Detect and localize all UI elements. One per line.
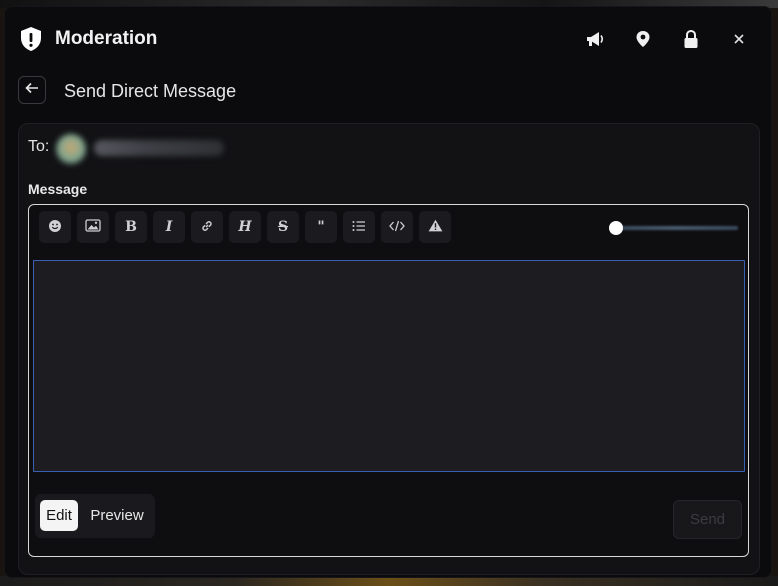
- image-button[interactable]: [77, 211, 109, 243]
- megaphone-icon: [585, 30, 605, 48]
- message-label: Message: [28, 181, 88, 197]
- image-icon: [85, 219, 101, 235]
- close-icon: [733, 33, 745, 45]
- warning-icon: [428, 219, 443, 235]
- edit-preview-toggle: Edit Preview: [35, 494, 155, 538]
- page-title: Send Direct Message: [64, 81, 237, 101]
- location-pin-icon: [635, 30, 651, 48]
- spoiler-warning-button[interactable]: [419, 211, 451, 243]
- bold-button[interactable]: B: [115, 211, 147, 243]
- message-textarea[interactable]: [33, 260, 745, 472]
- editor-size-slider-thumb[interactable]: [609, 221, 623, 235]
- code-icon: [389, 219, 405, 235]
- heading-button[interactable]: H: [229, 211, 261, 243]
- to-label: To:: [28, 138, 50, 155]
- link-button[interactable]: [191, 211, 223, 243]
- emoji-icon: [48, 219, 62, 236]
- close-button[interactable]: [725, 25, 753, 53]
- list-button[interactable]: [343, 211, 375, 243]
- tab-edit[interactable]: Edit: [40, 500, 78, 531]
- back-button[interactable]: [18, 76, 46, 104]
- announce-button[interactable]: [581, 25, 609, 53]
- lock-icon: [683, 29, 699, 49]
- modal-title: Moderation: [55, 28, 158, 49]
- location-button[interactable]: [629, 25, 657, 53]
- lock-button[interactable]: [677, 25, 705, 53]
- recipient-avatar: [56, 134, 86, 164]
- modal-header: Moderation: [5, 7, 771, 69]
- link-icon: [200, 219, 214, 236]
- list-icon: [352, 219, 366, 235]
- message-editor: B I H S " Edit Preview Send: [28, 204, 749, 557]
- shield-alert-icon: [19, 26, 43, 52]
- message-form: To: Message B I H S " Edit Preview Send: [18, 123, 760, 575]
- formatting-toolbar: B I H S ": [39, 211, 451, 243]
- italic-button[interactable]: I: [153, 211, 185, 243]
- strikethrough-button[interactable]: S: [267, 211, 299, 243]
- send-button[interactable]: Send: [673, 500, 742, 539]
- moderation-modal: Moderation Send Direct Message To: Messa…: [4, 6, 772, 578]
- arrow-left-icon: [25, 81, 39, 99]
- emoji-button[interactable]: [39, 211, 71, 243]
- code-button[interactable]: [381, 211, 413, 243]
- quote-button[interactable]: ": [305, 211, 337, 243]
- editor-size-slider-track[interactable]: [614, 226, 738, 230]
- tab-preview[interactable]: Preview: [84, 500, 150, 531]
- recipient-name-redacted: [94, 140, 224, 156]
